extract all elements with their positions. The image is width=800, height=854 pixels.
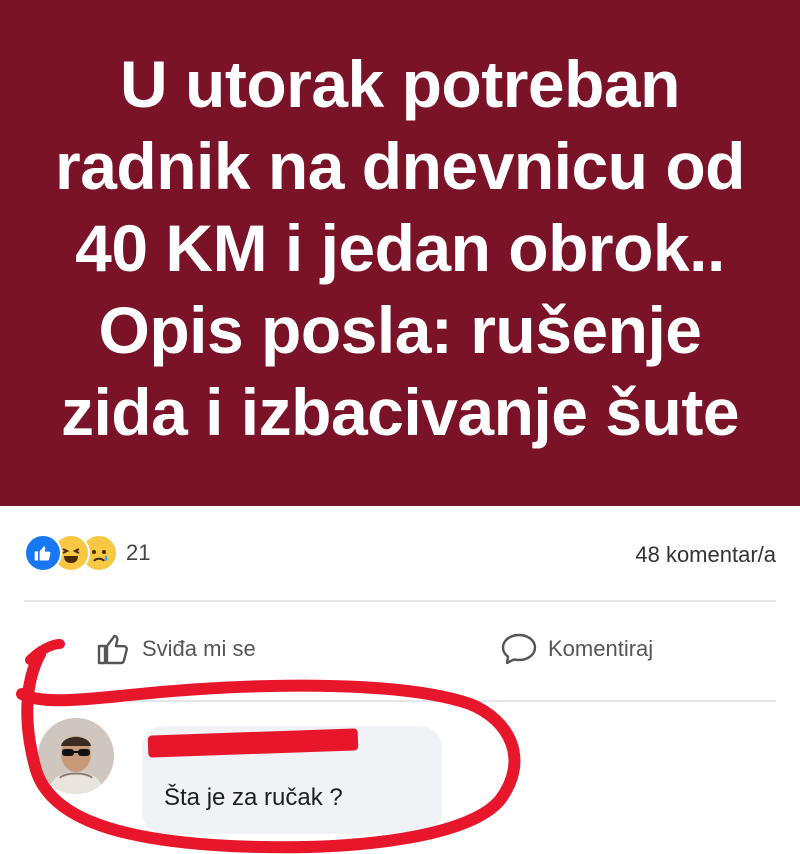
- reactions-summary[interactable]: 21: [24, 532, 150, 574]
- avatar[interactable]: [38, 718, 114, 794]
- thumbs-up-icon: [97, 634, 128, 665]
- post-text-line: radnik na dnevnicu od: [55, 129, 745, 203]
- like-icon: [24, 534, 62, 572]
- comments-count-link[interactable]: 48 komentar/a: [635, 542, 776, 568]
- comment-button-label: Komentiraj: [548, 636, 654, 661]
- comment-author-redacted: [147, 728, 359, 758]
- post-text-line: Opis posla: rušenje: [98, 293, 702, 367]
- comment-button[interactable]: Komentiraj: [500, 632, 653, 666]
- post-text-line: 40 KM i jedan obrok..: [75, 211, 725, 285]
- post-actions-row: Sviđa mi se Komentiraj: [0, 602, 800, 700]
- like-button[interactable]: Sviđa mi se: [96, 632, 256, 666]
- comment-item: Šta je za ručak ?: [0, 702, 800, 854]
- post-text-line: zida i izbacivanje šute: [60, 375, 740, 449]
- comment-text: Šta je za ručak ?: [164, 784, 343, 811]
- post-text: U utorak potreban radnik na dnevnicu od …: [25, 43, 775, 463]
- speech-bubble-icon: [501, 633, 537, 665]
- post-text-line: U utorak potreban: [120, 47, 680, 121]
- like-button-label: Sviđa mi se: [142, 636, 256, 661]
- comment-bubble: Šta je za ručak ?: [142, 726, 442, 834]
- post-banner: U utorak potreban radnik na dnevnicu od …: [0, 0, 800, 506]
- reaction-count: 21: [126, 540, 151, 565]
- reaction-stats-row: 21 48 komentar/a: [0, 506, 800, 602]
